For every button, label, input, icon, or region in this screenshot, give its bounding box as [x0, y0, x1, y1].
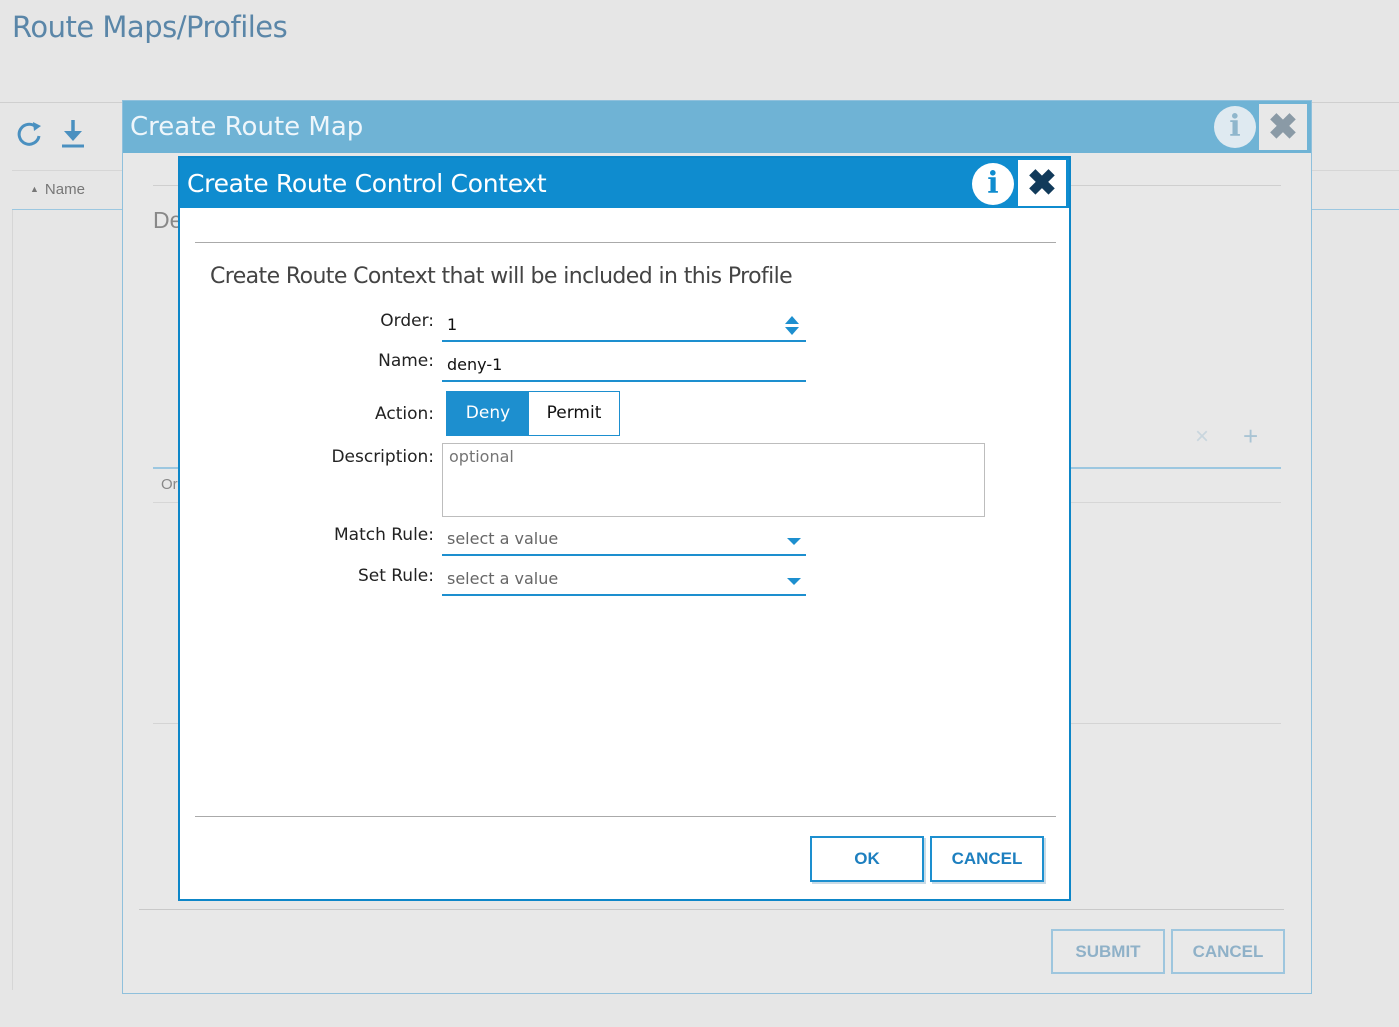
footer-divider: [195, 816, 1056, 817]
stepper-arrows-icon[interactable]: [785, 314, 799, 340]
table-body: [12, 210, 124, 990]
chevron-down-icon[interactable]: [787, 538, 801, 545]
dialog-header: Create Route Map i ✖: [123, 101, 1311, 153]
add-icon[interactable]: +: [1243, 421, 1258, 452]
create-route-control-context-dialog: Create Route Control Context i ✖ Create …: [178, 156, 1071, 901]
action-label: Action:: [375, 404, 434, 424]
page-title: Route Maps/Profiles: [12, 10, 288, 44]
delete-icon[interactable]: ×: [1195, 423, 1209, 451]
cancel-button[interactable]: CANCEL: [930, 836, 1044, 882]
action-deny-button[interactable]: Deny: [447, 392, 529, 435]
sort-ascending-icon: ▲: [30, 184, 39, 194]
match-rule-placeholder[interactable]: select a value: [447, 529, 558, 548]
refresh-icon[interactable]: [14, 116, 44, 150]
name-value[interactable]: deny-1: [447, 355, 502, 374]
set-rule-placeholder[interactable]: select a value: [447, 569, 558, 588]
column-header-order[interactable]: Or: [161, 476, 178, 493]
order-stepper[interactable]: [442, 302, 806, 342]
info-icon[interactable]: i: [1214, 106, 1256, 148]
footer-divider: [139, 909, 1284, 910]
chevron-down-icon[interactable]: [787, 578, 801, 585]
cancel-button[interactable]: CANCEL: [1171, 929, 1285, 974]
divider: [195, 242, 1056, 243]
order-value[interactable]: 1: [447, 315, 457, 334]
form-heading: Create Route Context that will be includ…: [210, 264, 793, 289]
description-label: Description:: [331, 447, 434, 467]
close-icon[interactable]: ✖: [1018, 160, 1066, 206]
name-label: Name:: [378, 351, 434, 371]
ok-button[interactable]: OK: [810, 836, 924, 882]
download-icon[interactable]: [58, 116, 88, 150]
set-rule-label: Set Rule:: [357, 566, 434, 586]
dialog-title: Create Route Control Context: [187, 169, 547, 198]
action-permit-button[interactable]: Permit: [529, 392, 619, 435]
order-label: Order:: [380, 311, 434, 331]
column-header-name[interactable]: ▲ Name: [30, 181, 85, 198]
column-header-name-label: Name: [44, 181, 85, 198]
action-toggle: Deny Permit: [446, 391, 620, 436]
submit-button[interactable]: SUBMIT: [1051, 929, 1165, 974]
dialog-title: Create Route Map: [130, 112, 364, 142]
dialog-header: Create Route Control Context i ✖: [180, 158, 1069, 208]
match-rule-label: Match Rule:: [333, 525, 434, 545]
description-field[interactable]: [442, 443, 985, 517]
info-icon[interactable]: i: [972, 163, 1014, 205]
close-icon[interactable]: ✖: [1259, 104, 1307, 150]
